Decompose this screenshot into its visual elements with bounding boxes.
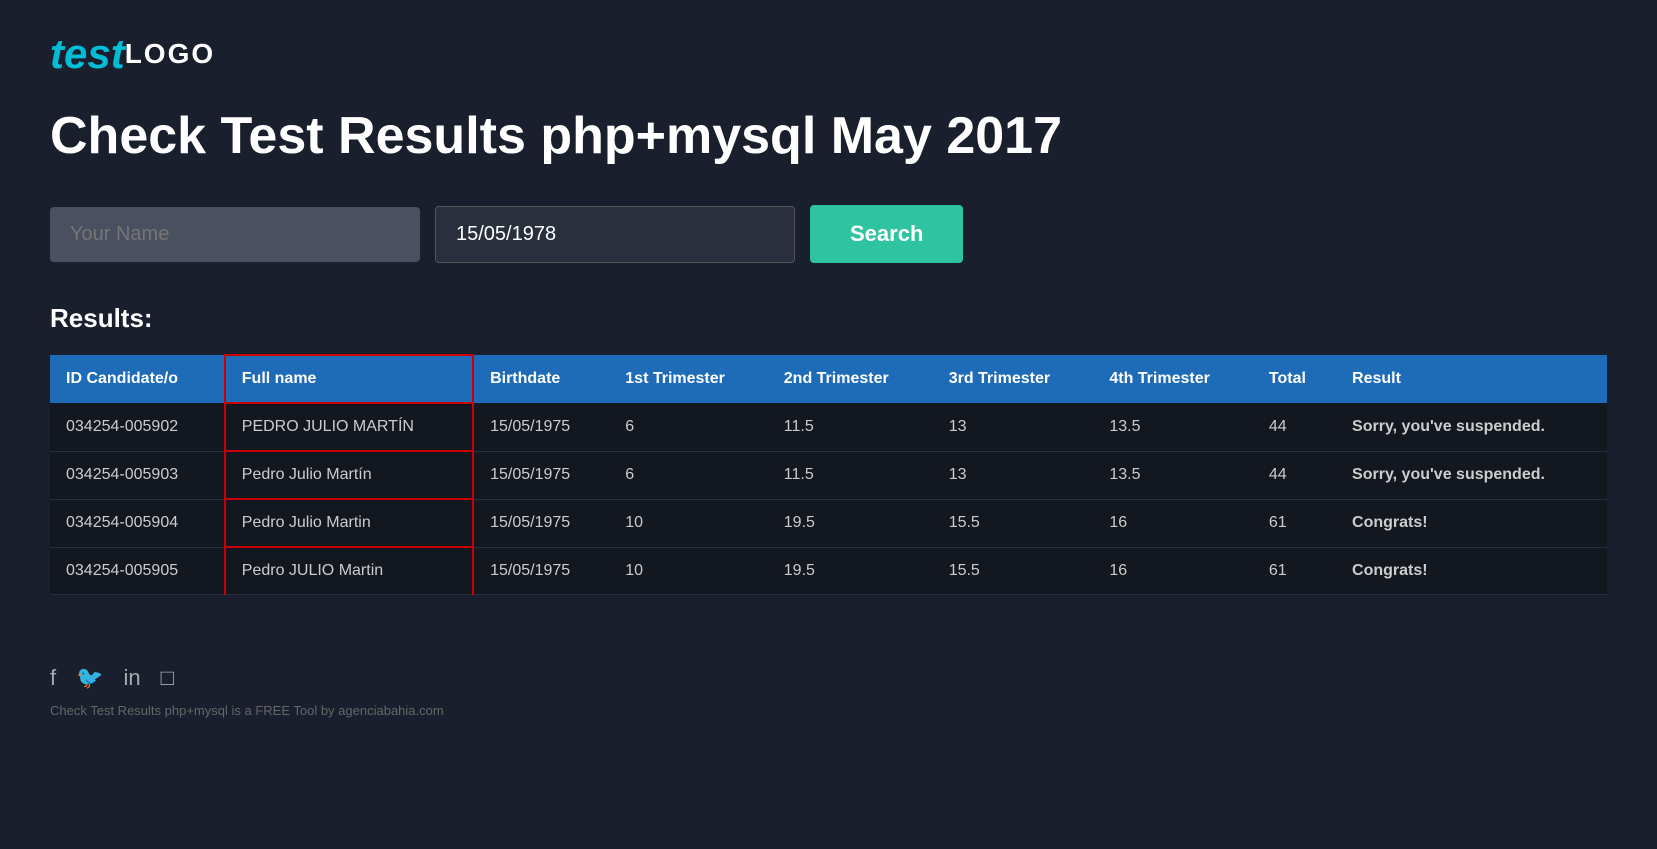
col-header-t3: 3rd Trimester (933, 355, 1094, 403)
table-header-row: ID Candidate/o Full name Birthdate 1st T… (50, 355, 1607, 403)
cell-fullname: PEDRO JULIO MARTÍN (225, 403, 473, 451)
twitter-icon[interactable]: 🐦 (76, 665, 103, 691)
social-icons: f 🐦 in □ (50, 665, 1607, 691)
cell-id: 034254-005903 (50, 451, 225, 499)
cell-result: Sorry, you've suspended. (1336, 451, 1607, 499)
cell-birthdate: 15/05/1975 (473, 403, 609, 451)
cell-id: 034254-005904 (50, 499, 225, 547)
logo: test LOGO (50, 30, 1607, 78)
cell-t4: 13.5 (1093, 451, 1253, 499)
cell-t2: 19.5 (768, 499, 933, 547)
cell-t4: 13.5 (1093, 403, 1253, 451)
table-row: 034254-005902 PEDRO JULIO MARTÍN 15/05/1… (50, 403, 1607, 451)
cell-t1: 6 (609, 451, 768, 499)
cell-result: Congrats! (1336, 547, 1607, 595)
table-row: 034254-005905 Pedro JULIO Martin 15/05/1… (50, 547, 1607, 595)
instagram-icon[interactable]: □ (161, 665, 174, 691)
cell-fullname: Pedro Julio Martin (225, 499, 473, 547)
cell-result: Congrats! (1336, 499, 1607, 547)
cell-t2: 11.5 (768, 403, 933, 451)
cell-fullname: Pedro JULIO Martin (225, 547, 473, 595)
cell-t2: 11.5 (768, 451, 933, 499)
cell-t4: 16 (1093, 499, 1253, 547)
linkedin-icon[interactable]: in (124, 665, 141, 691)
cell-t3: 13 (933, 403, 1094, 451)
cell-id: 034254-005902 (50, 403, 225, 451)
date-input[interactable] (435, 206, 795, 263)
search-button[interactable]: Search (810, 205, 963, 263)
cell-fullname: Pedro Julio Martín (225, 451, 473, 499)
name-input[interactable] (50, 207, 420, 262)
search-form: Search (50, 205, 1607, 263)
cell-t3: 15.5 (933, 547, 1094, 595)
cell-total: 44 (1253, 403, 1336, 451)
logo-test-part: test (50, 30, 125, 78)
table-row: 034254-005904 Pedro Julio Martin 15/05/1… (50, 499, 1607, 547)
cell-t2: 19.5 (768, 547, 933, 595)
facebook-icon[interactable]: f (50, 665, 56, 691)
cell-t3: 13 (933, 451, 1094, 499)
cell-t1: 6 (609, 403, 768, 451)
cell-t4: 16 (1093, 547, 1253, 595)
cell-total: 61 (1253, 499, 1336, 547)
cell-t1: 10 (609, 547, 768, 595)
table-row: 034254-005903 Pedro Julio Martín 15/05/1… (50, 451, 1607, 499)
footer-text: Check Test Results php+mysql is a FREE T… (50, 703, 1607, 718)
results-label: Results: (50, 303, 1607, 334)
cell-birthdate: 15/05/1975 (473, 547, 609, 595)
col-header-fullname: Full name (225, 355, 473, 403)
cell-birthdate: 15/05/1975 (473, 451, 609, 499)
cell-total: 61 (1253, 547, 1336, 595)
col-header-t1: 1st Trimester (609, 355, 768, 403)
results-table: ID Candidate/o Full name Birthdate 1st T… (50, 354, 1607, 595)
cell-t3: 15.5 (933, 499, 1094, 547)
footer: f 🐦 in □ Check Test Results php+mysql is… (50, 645, 1607, 718)
col-header-t4: 4th Trimester (1093, 355, 1253, 403)
col-header-birthdate: Birthdate (473, 355, 609, 403)
col-header-result: Result (1336, 355, 1607, 403)
cell-total: 44 (1253, 451, 1336, 499)
col-header-t2: 2nd Trimester (768, 355, 933, 403)
col-header-total: Total (1253, 355, 1336, 403)
cell-t1: 10 (609, 499, 768, 547)
page-title: Check Test Results php+mysql May 2017 (50, 108, 1607, 165)
cell-birthdate: 15/05/1975 (473, 499, 609, 547)
cell-result: Sorry, you've suspended. (1336, 403, 1607, 451)
cell-id: 034254-005905 (50, 547, 225, 595)
col-header-id: ID Candidate/o (50, 355, 225, 403)
logo-logo-part: LOGO (125, 38, 215, 70)
